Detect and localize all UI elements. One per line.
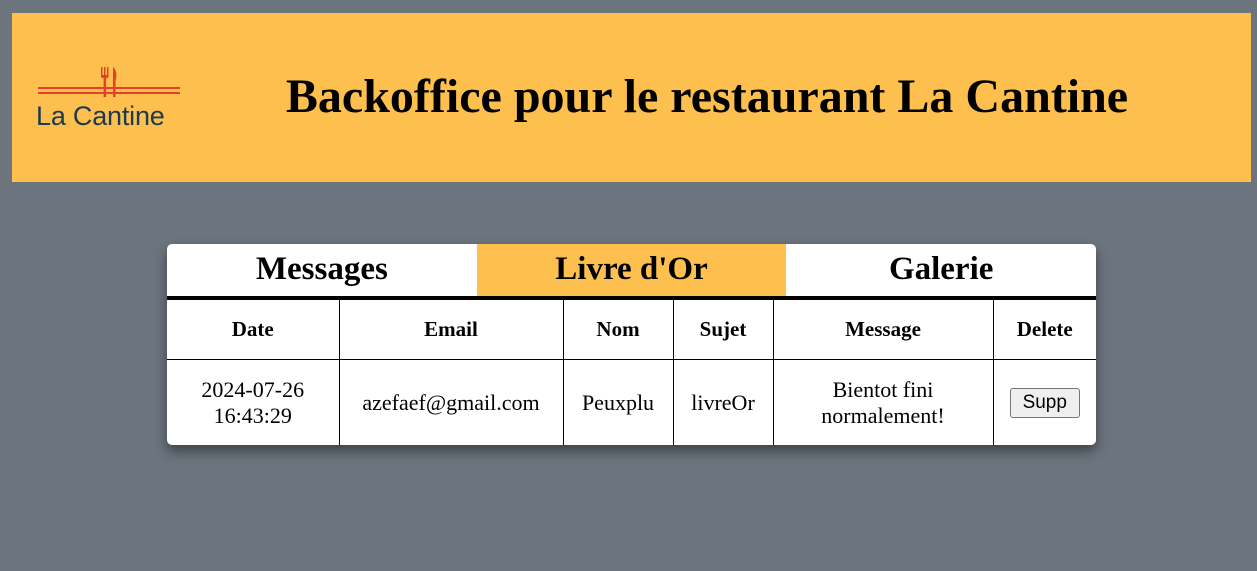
- column-header-nom: Nom: [562, 300, 674, 360]
- cell-nom: Peuxplu: [562, 359, 674, 445]
- column-header-date: Date: [167, 300, 340, 360]
- tab-messages[interactable]: Messages: [167, 244, 477, 296]
- cell-date-day: 2024-07-26: [201, 376, 305, 402]
- table-header-row: Date Email Nom Sujet Message Delete: [167, 300, 1096, 360]
- cell-date: 2024-07-26 16:43:29: [167, 359, 340, 445]
- fork-knife-icon: [101, 67, 117, 97]
- tab-bar: Messages Livre d'Or Galerie: [167, 244, 1096, 300]
- column-header-sujet: Sujet: [672, 300, 774, 360]
- column-header-message: Message: [772, 300, 994, 360]
- cell-message-line1: Bientot fini: [832, 376, 934, 402]
- la-cantine-logo[interactable]: La Cantine: [36, 65, 181, 131]
- cell-message: Bientot fini normalement!: [772, 359, 994, 445]
- livre-d-or-table: Date Email Nom Sujet Message Delete 2024…: [167, 300, 1096, 445]
- column-header-email: Email: [338, 300, 564, 360]
- column-header-delete: Delete: [992, 300, 1096, 360]
- table-row: 2024-07-26 16:43:29 azefaef@gmail.com Pe…: [167, 359, 1096, 445]
- cell-date-time: 16:43:29: [213, 402, 292, 428]
- page-title: Backoffice pour le restaurant La Cantine: [285, 70, 1129, 123]
- backoffice-panel: Messages Livre d'Or Galerie Date Email N…: [167, 244, 1096, 445]
- tab-galerie[interactable]: Galerie: [786, 244, 1096, 296]
- tab-livre-d-or[interactable]: Livre d'Or: [476, 244, 787, 296]
- cell-message-line2: normalement!: [821, 402, 945, 428]
- cell-email: azefaef@gmail.com: [338, 359, 564, 445]
- page-header: La Cantine Backoffice pour le restaurant…: [12, 13, 1251, 182]
- logo-text: La Cantine: [36, 101, 165, 131]
- delete-button[interactable]: Supp: [1009, 387, 1080, 418]
- cell-delete: Supp: [992, 359, 1096, 445]
- cell-sujet: livreOr: [672, 359, 774, 445]
